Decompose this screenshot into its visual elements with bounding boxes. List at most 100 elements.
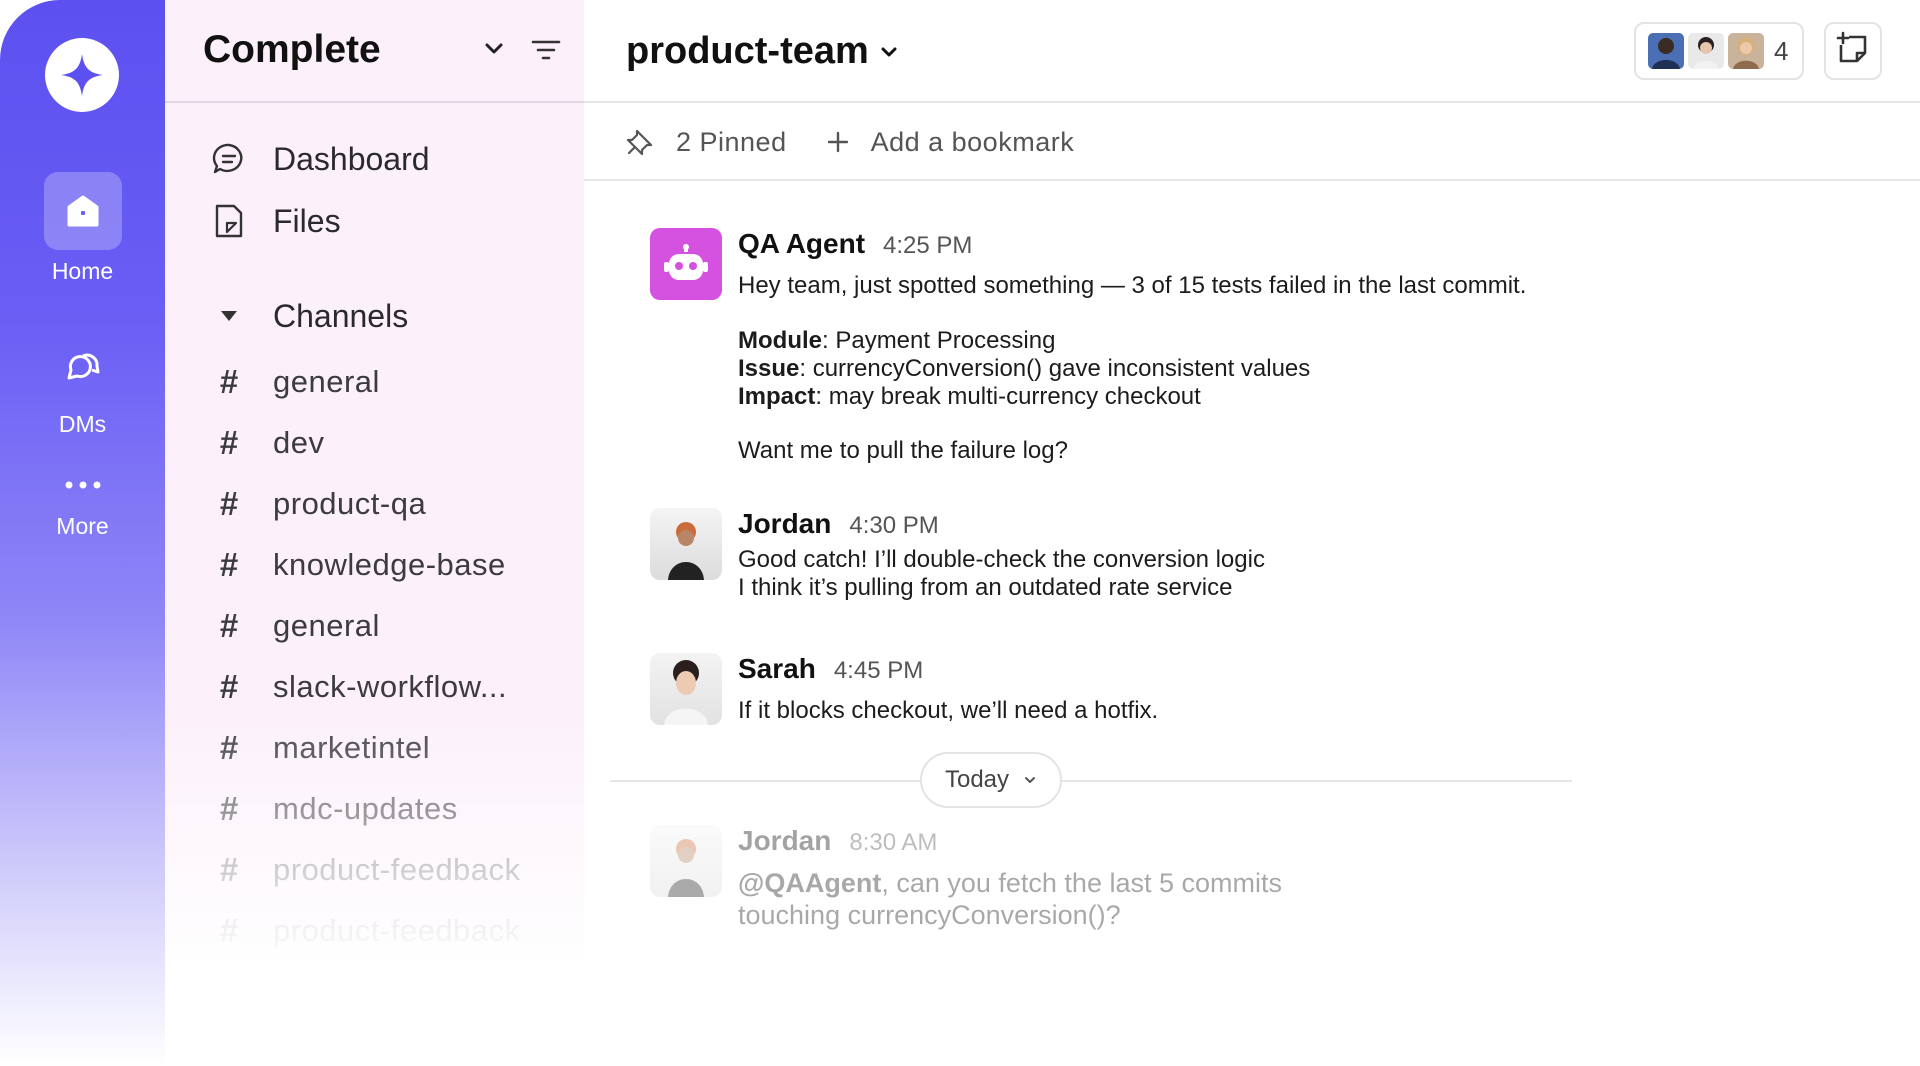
sidebar-item-channel[interactable]: # general (165, 356, 584, 408)
sidebar-item-channel[interactable]: # dev (165, 417, 584, 469)
rail-more[interactable]: More (0, 465, 165, 540)
channel-name: general (273, 608, 380, 643)
user-avatar[interactable] (650, 508, 722, 580)
rail-dms[interactable]: DMs (0, 325, 165, 438)
hash-icon: # (219, 790, 239, 827)
app-logo[interactable] (45, 38, 119, 112)
message-text-rest: , can you fetch the last 5 commits (881, 868, 1283, 898)
caret-down-icon (211, 309, 247, 323)
hash-icon: # (219, 607, 239, 644)
channel-name: product-qa (273, 486, 427, 521)
channel-title-button[interactable]: product-team (626, 30, 899, 73)
sidebar-item-label: Dashboard (273, 140, 430, 177)
member-count: 4 (1774, 35, 1789, 66)
pinned-label: 2 Pinned (676, 126, 787, 157)
message-body: Sarah 4:45 PM If it blocks checkout, we’… (738, 653, 1638, 725)
message-time[interactable]: 4:25 PM (883, 232, 972, 260)
message-body: QA Agent 4:25 PM Hey team, just spotted … (738, 228, 1638, 465)
channel-name: dev (273, 425, 325, 460)
module-value: : Payment Processing (822, 327, 1056, 354)
message-time[interactable]: 4:45 PM (834, 657, 923, 685)
chevron-down-icon (1023, 773, 1037, 787)
pinned-button[interactable]: 2 Pinned (626, 127, 787, 158)
channel-name: slack-workflow... (273, 669, 508, 704)
user-avatar[interactable] (650, 653, 722, 725)
channel-title: product-team (626, 30, 869, 72)
sidebar-item-label: Files (273, 202, 341, 239)
message-text: Hey team, just spotted something — 3 of … (738, 272, 1527, 299)
message-text: Good catch! I’ll double-check the conver… (738, 546, 1265, 573)
sidebar-item-files[interactable]: Files (165, 194, 584, 248)
dms-icon (44, 325, 122, 403)
channel-name: general (273, 364, 380, 399)
sidebar-item-channel[interactable]: # mdc-updates (165, 783, 584, 835)
sidebar-item-channel[interactable]: # product-feedback (165, 844, 584, 896)
channel-name: product-feedback (273, 852, 521, 887)
rail-more-label: More (56, 513, 109, 539)
sidebar-item-channel[interactable]: # product-qa (165, 478, 584, 530)
canvas-button[interactable] (1824, 22, 1882, 80)
message-time[interactable]: 8:30 AM (849, 829, 937, 857)
date-divider-line (610, 780, 1572, 782)
hash-icon: # (219, 729, 239, 766)
chat-bubble-icon (211, 142, 247, 176)
issue-label: Issue (738, 355, 800, 382)
hash-icon: # (219, 363, 239, 400)
channel-name: marketintel (273, 730, 431, 765)
message-item: Jordan 8:30 AM @QAAgent, can you fetch t… (650, 825, 1650, 935)
channel-header: product-team 4 (584, 0, 1920, 103)
bot-avatar-icon[interactable] (650, 228, 722, 300)
member-avatar (1726, 31, 1766, 71)
impact-value: : may break multi-currency checkout (815, 383, 1201, 410)
workspace-name[interactable]: Complete (203, 28, 381, 72)
message-text: If it blocks checkout, we’ll need a hotf… (738, 697, 1159, 724)
sidebar-item-channel[interactable]: # marketintel (165, 722, 584, 774)
hash-icon: # (219, 851, 239, 888)
hash-icon: # (219, 546, 239, 583)
sidebar-item-dashboard[interactable]: Dashboard (165, 132, 584, 186)
message-item: Sarah 4:45 PM If it blocks checkout, we’… (650, 653, 1650, 733)
hash-icon: # (219, 424, 239, 461)
file-icon (211, 203, 247, 239)
message-body: Jordan 8:30 AM @QAAgent, can you fetch t… (738, 825, 1638, 931)
member-list-button[interactable]: 4 (1634, 22, 1804, 80)
workspace-rail: Home DMs More (0, 0, 165, 1066)
date-divider-label: Today (944, 766, 1010, 793)
message-text: I think it’s pulling from an outdated ra… (738, 574, 1233, 601)
message-time[interactable]: 4:30 PM (849, 512, 938, 540)
add-bookmark-label: Add a bookmark (870, 126, 1075, 157)
hash-icon: # (219, 668, 239, 705)
sidebar-item-channel[interactable]: # product-feedback (165, 905, 584, 957)
sidebar-item-channel[interactable]: # slack-workflow... (165, 661, 584, 713)
message-body: Jordan 4:30 PM Good catch! I’ll double-c… (738, 508, 1638, 602)
message-author[interactable]: Sarah (738, 653, 816, 685)
chevron-down-icon[interactable] (483, 38, 505, 65)
hash-icon: # (219, 485, 239, 522)
user-avatar[interactable] (650, 825, 722, 897)
new-canvas-icon (1835, 31, 1871, 72)
impact-label: Impact (738, 383, 816, 410)
more-icon (44, 465, 122, 505)
channel-name: knowledge-base (273, 547, 506, 582)
channel-view: product-team 4 2 Pinned Add a bookmark Q… (584, 0, 1920, 1066)
sidebar-item-channel[interactable]: # general (165, 600, 584, 652)
filter-icon[interactable] (531, 38, 561, 67)
member-avatar (1646, 31, 1686, 71)
rail-home[interactable]: Home (0, 172, 165, 285)
message-author[interactable]: Jordan (738, 508, 831, 540)
hash-icon: # (219, 912, 239, 949)
chevron-down-icon (879, 42, 899, 62)
mention-link[interactable]: @QAAgent (738, 868, 881, 898)
add-bookmark-button[interactable]: Add a bookmark (827, 127, 1075, 158)
date-divider-button[interactable]: Today (920, 752, 1062, 808)
channel-sidebar: Complete Dashboard Files Channels # gene… (165, 0, 584, 960)
channels-section-header[interactable]: Channels (165, 289, 584, 343)
message-author[interactable]: QA Agent (738, 228, 865, 260)
rail-home-label: Home (51, 258, 114, 284)
message-text: @QAAgent, can you fetch the last 5 commi… (738, 867, 1638, 899)
bookmarks-bar: 2 Pinned Add a bookmark (584, 105, 1920, 181)
message-author[interactable]: Jordan (738, 825, 831, 857)
channel-name: mdc-updates (273, 791, 458, 826)
sidebar-item-channel[interactable]: # knowledge-base (165, 539, 584, 591)
module-label: Module (738, 327, 822, 354)
